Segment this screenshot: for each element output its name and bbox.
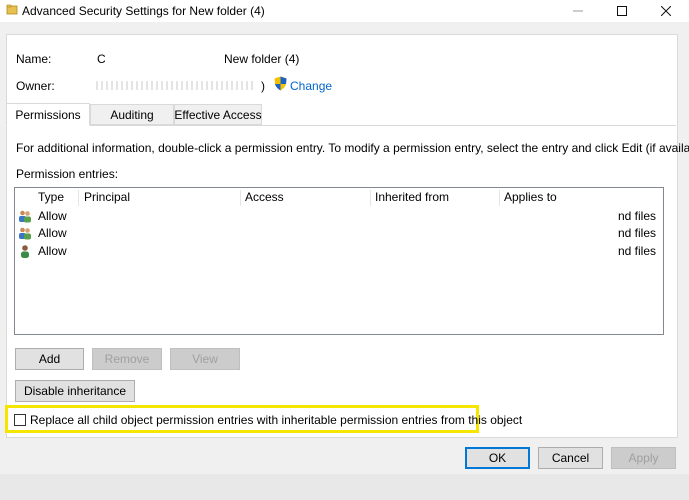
column-header-type[interactable]: Type [38,190,64,206]
name-value: New folder (4) [224,52,300,66]
minimize-icon [573,10,583,12]
row-type: Allow [38,209,67,223]
close-icon [661,6,671,16]
group-users-icon [19,227,31,240]
row-type: Allow [38,226,67,240]
tab-divider [6,125,676,126]
tab-permissions[interactable]: Permissions [6,103,90,126]
owner-label: Owner: [16,79,55,93]
column-header-principal[interactable]: Principal [84,190,130,206]
user-icon [21,245,29,258]
maximize-button[interactable] [600,0,644,22]
column-header-inherited-from[interactable]: Inherited from [375,190,449,206]
group-users-icon [19,210,31,223]
row-applies-to: nd files [618,209,657,223]
table-row[interactable]: Allow nd files [16,225,662,242]
title-bar: Advanced Security Settings for New folde… [0,0,689,22]
column-header-applies-to[interactable]: Applies to [504,190,557,206]
add-button[interactable]: Add [15,348,84,370]
info-text: For additional information, double-click… [16,141,689,155]
cancel-button[interactable]: Cancel [538,447,603,469]
table-row[interactable]: Allow nd files [16,208,662,225]
view-button[interactable]: View [170,348,240,370]
name-label: Name: [16,52,52,66]
close-button[interactable] [644,0,688,22]
tab-auditing[interactable]: Auditing [90,104,174,125]
owner-value-end: ) [261,79,265,93]
table-row[interactable]: Allow nd files [16,243,662,260]
minimize-button[interactable] [556,0,600,22]
name-value-start: C [97,52,106,66]
tab-effective-access[interactable]: Effective Access [174,104,262,125]
column-separator [370,190,371,206]
ok-button[interactable]: OK [465,447,530,469]
replace-child-permissions-checkbox[interactable] [14,414,26,426]
column-header-access[interactable]: Access [245,190,284,206]
row-applies-to: nd files [618,226,657,240]
remove-button[interactable]: Remove [92,348,162,370]
security-shield-app-icon [6,4,18,15]
maximize-icon [617,6,627,16]
change-owner-link[interactable]: Change [290,79,332,93]
uac-shield-icon [274,76,287,91]
apply-button[interactable]: Apply [611,447,676,469]
row-type: Allow [38,244,67,258]
column-separator [240,190,241,206]
disable-inheritance-button[interactable]: Disable inheritance [15,380,135,402]
replace-child-permissions-label[interactable]: Replace all child object permission entr… [30,413,522,427]
row-applies-to: nd files [618,244,657,258]
background-window-strip [0,474,689,500]
owner-value-redacted [96,81,256,90]
column-separator [78,190,79,206]
window-title: Advanced Security Settings for New folde… [22,4,265,18]
column-separator [499,190,500,206]
permission-entries-label: Permission entries: [16,167,119,181]
